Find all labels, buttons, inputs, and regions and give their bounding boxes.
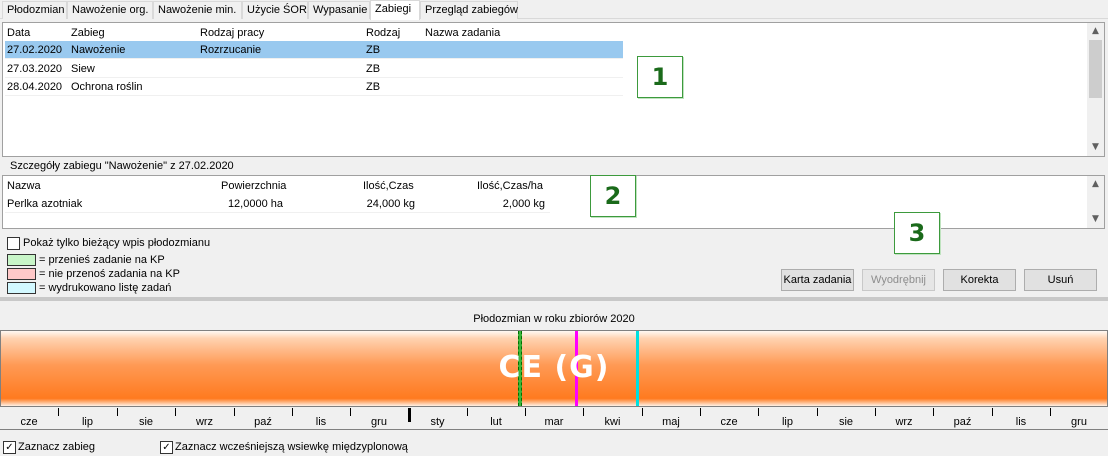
- tab-uzycie-sor[interactable]: Użycie ŚOR: [242, 1, 308, 19]
- month-label: sty: [430, 416, 445, 428]
- month-label: maj: [662, 416, 680, 428]
- tab-wypasanie[interactable]: Wypasanie: [308, 1, 370, 19]
- zaznacz-wsiewke-checkbox[interactable]: ✓: [160, 441, 173, 454]
- col-powierzchnia[interactable]: Powierzchnia: [221, 178, 286, 194]
- scroll-up-icon[interactable]: ▲: [1087, 23, 1104, 40]
- zaznacz-zabieg-label: Zaznacz zabieg: [18, 441, 96, 453]
- row-ilosc-ha: 2,000 kg: [502, 198, 545, 210]
- rotation-title: Płodozmian w roku zbiorów 2020: [473, 313, 635, 325]
- table-row[interactable]: 27.03.2020 Siew ZB: [5, 60, 623, 78]
- month-label: wrz: [195, 416, 214, 428]
- month-label: paź: [254, 416, 272, 428]
- current-only-label: Pokaż tylko bieżący wpis płodozmianu: [23, 237, 211, 249]
- treatments-scrollbar[interactable]: ▲ ▼: [1087, 23, 1104, 156]
- month-label: lip: [81, 416, 93, 428]
- table-row[interactable]: Perlka azotniak 12,0000 ha 24,000 kg 2,0…: [5, 195, 550, 213]
- row-ilosc: 24,000 kg: [366, 198, 415, 210]
- month-label: gru: [371, 416, 387, 428]
- month-label: lip: [781, 416, 793, 428]
- splitter[interactable]: [0, 297, 1108, 301]
- tab-zabiegi[interactable]: Zabiegi: [370, 0, 420, 20]
- col-ilosc-czas-ha[interactable]: Ilość,Czas/ha: [477, 178, 543, 194]
- month-label: sie: [138, 416, 154, 428]
- scroll-up-icon[interactable]: ▲: [1087, 176, 1104, 193]
- callout-3: 3: [894, 212, 940, 254]
- month-label: lut: [490, 416, 502, 428]
- table-row[interactable]: 28.04.2020 Ochrona roślin ZB: [5, 78, 623, 96]
- tab-nawozenie-org[interactable]: Nawożenie org.: [67, 1, 153, 19]
- month-label: paź: [953, 416, 972, 428]
- row-zabieg: Ochrona roślin: [71, 81, 143, 93]
- month-label: sie: [838, 416, 854, 428]
- month-label: cze: [20, 416, 38, 428]
- callout-1: 1: [637, 56, 683, 98]
- col-nazwa[interactable]: Nazwa: [7, 178, 41, 194]
- legend-cyan-label: = wydrukowano listę zadań: [39, 282, 172, 294]
- col-ilosc-czas[interactable]: Ilość,Czas: [363, 178, 414, 194]
- tab-plodozmian[interactable]: Płodozmian: [2, 1, 67, 19]
- row-rodzaj-pracy: Rozrzucanie: [200, 44, 262, 56]
- details-title: Szczegóły zabiegu "Nawożenie" z 27.02.20…: [10, 160, 234, 172]
- row-date: 28.04.2020: [7, 81, 63, 93]
- month-label: cze: [720, 416, 738, 428]
- month-label: gru: [1071, 416, 1087, 428]
- crop-bar[interactable]: CE (G): [0, 330, 1108, 407]
- col-nazwa-zadania[interactable]: Nazwa zadania: [425, 25, 500, 41]
- callout-2: 2: [590, 175, 636, 217]
- zaznacz-wsiewke-label: Zaznacz wcześniejszą wsiewkę międzyplono…: [175, 441, 408, 453]
- row-rodzaj: ZB: [366, 44, 381, 56]
- col-zabieg[interactable]: Zabieg: [71, 25, 105, 41]
- row-zabieg: Siew: [71, 63, 95, 75]
- korekta-button[interactable]: Korekta: [943, 269, 1016, 291]
- crop-label: CE (G): [498, 350, 610, 385]
- row-date: 27.03.2020: [7, 63, 63, 75]
- scroll-down-icon[interactable]: ▼: [1087, 211, 1104, 228]
- row-zabieg: Nawożenie: [71, 44, 126, 56]
- month-label: lis: [315, 416, 327, 428]
- table-row[interactable]: 27.02.2020 Nawożenie Rozrzucanie ZB: [5, 41, 623, 59]
- current-only-checkbox[interactable]: [7, 237, 20, 250]
- month-label: kwi: [604, 416, 621, 428]
- month-label: lis: [1015, 416, 1027, 428]
- scroll-thumb[interactable]: [1089, 40, 1102, 98]
- col-rodzaj[interactable]: Rodzaj: [366, 25, 400, 41]
- tab-przeglad-zabiegow[interactable]: Przegląd zabiegów: [420, 1, 518, 19]
- wyodrebnij-button[interactable]: Wyodrębnij: [862, 269, 935, 291]
- month-label: mar: [544, 416, 564, 428]
- tab-nawozenie-min[interactable]: Nawożenie min.: [153, 1, 242, 19]
- row-powierzchnia: 12,0000 ha: [227, 198, 283, 210]
- details-scrollbar[interactable]: ▲ ▼: [1087, 176, 1104, 228]
- col-rodzaj-pracy[interactable]: Rodzaj pracy: [200, 25, 264, 41]
- legend-cyan-swatch: [7, 282, 36, 294]
- scroll-down-icon[interactable]: ▼: [1087, 139, 1104, 156]
- row-rodzaj: ZB: [366, 63, 381, 75]
- row-nazwa: Perlka azotniak: [7, 198, 83, 210]
- col-data[interactable]: Data: [7, 25, 30, 41]
- legend-green-swatch: [7, 254, 36, 266]
- legend-red-swatch: [7, 268, 36, 280]
- usun-button[interactable]: Usuń: [1024, 269, 1097, 291]
- zaznacz-zabieg-checkbox[interactable]: ✓: [3, 441, 16, 454]
- month-scale: cze lip sie wrz paź lis gru sty lut mar …: [0, 408, 1108, 430]
- month-label: wrz: [895, 416, 913, 428]
- treatments-list[interactable]: Data Zabieg Rodzaj pracy Rodzaj Nazwa za…: [2, 22, 1105, 157]
- tab-bar: Płodozmian Nawożenie org. Nawożenie min.…: [0, 0, 1108, 20]
- karta-zadania-button[interactable]: Karta zadania: [781, 269, 854, 291]
- row-date: 27.02.2020: [7, 44, 63, 56]
- row-rodzaj: ZB: [366, 81, 381, 93]
